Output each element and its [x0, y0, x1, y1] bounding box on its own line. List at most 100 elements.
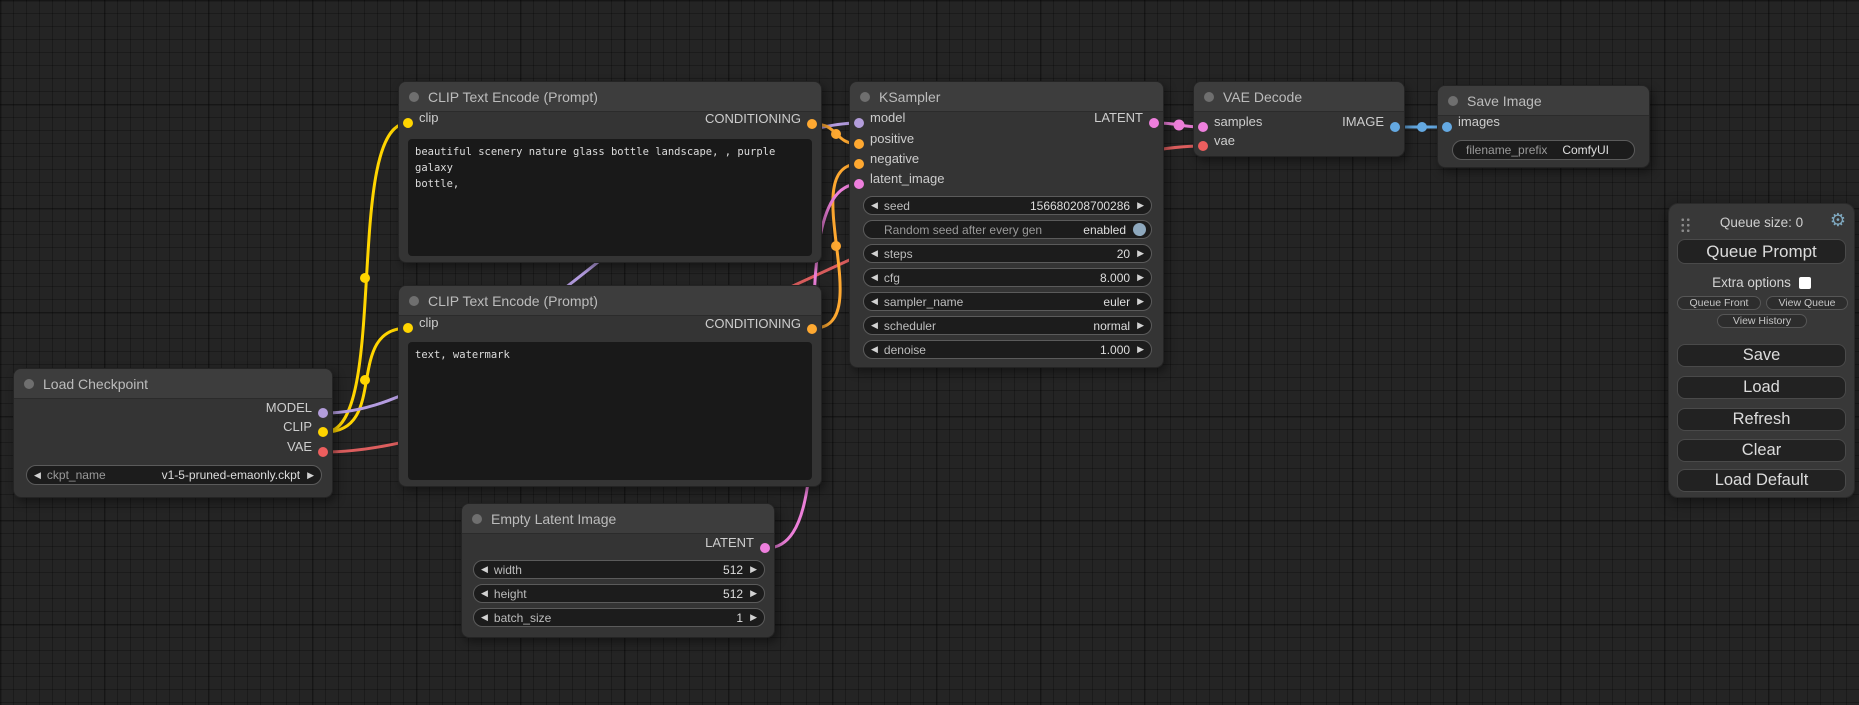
widget-random-seed-toggle[interactable]: Random seed after every gen enabled	[863, 220, 1152, 239]
node-collapse-dot[interactable]	[1448, 96, 1458, 106]
widget-ckpt-name[interactable]: ◀ ckpt_name v1-5-pruned-emaonly.ckpt ▶	[26, 465, 322, 485]
node-header[interactable]: Load Checkpoint	[14, 369, 332, 399]
increment-arrow-icon[interactable]: ▶	[1137, 273, 1144, 282]
widget-value: 20	[1117, 247, 1130, 261]
clear-button[interactable]: Clear	[1677, 439, 1846, 462]
input-port-negative[interactable]	[854, 159, 864, 169]
widget-value: ComfyUI	[1562, 143, 1609, 157]
increment-arrow-icon[interactable]: ▶	[307, 471, 314, 480]
input-port-clip[interactable]	[403, 323, 413, 333]
refresh-button[interactable]: Refresh	[1677, 408, 1846, 431]
output-port-latent[interactable]	[760, 543, 770, 553]
widget-label: ckpt_name	[47, 468, 106, 482]
increment-arrow-icon[interactable]: ▶	[750, 565, 757, 574]
widget-label: cfg	[884, 271, 900, 285]
increment-arrow-icon[interactable]: ▶	[1137, 345, 1144, 354]
port-label-positive: positive	[870, 130, 914, 148]
increment-arrow-icon[interactable]: ▶	[1137, 321, 1144, 330]
node-collapse-dot[interactable]	[860, 92, 870, 102]
node-header[interactable]: Save Image	[1438, 86, 1649, 116]
output-port-image[interactable]	[1390, 122, 1400, 132]
node-header[interactable]: Empty Latent Image	[462, 504, 774, 534]
view-queue-button[interactable]: View Queue	[1766, 296, 1848, 310]
widget-batch-size[interactable]: ◀ batch_size 1 ▶	[473, 608, 765, 627]
increment-arrow-icon[interactable]: ▶	[1137, 297, 1144, 306]
decrement-arrow-icon[interactable]: ◀	[34, 471, 41, 480]
prompt-textarea[interactable]: text, watermark	[408, 342, 812, 480]
widget-label: denoise	[884, 343, 926, 357]
node-ksampler[interactable]: KSampler model positive negative latent_…	[849, 81, 1164, 368]
node-header[interactable]: CLIP Text Encode (Prompt)	[399, 82, 821, 112]
widget-sampler-name[interactable]: ◀ sampler_name euler ▶	[863, 292, 1152, 311]
input-port-images[interactable]	[1442, 122, 1452, 132]
link-midpoint-dot	[360, 273, 370, 283]
decrement-arrow-icon[interactable]: ◀	[481, 565, 488, 574]
widget-steps[interactable]: ◀ steps 20 ▶	[863, 244, 1152, 263]
widget-filename-prefix[interactable]: filename_prefix ComfyUI	[1452, 140, 1635, 160]
node-load-checkpoint[interactable]: Load Checkpoint MODEL CLIP VAE ◀ ckpt_na…	[13, 368, 333, 498]
port-label-vae: VAE	[287, 438, 312, 456]
link-midpoint-dot	[831, 241, 841, 251]
widget-width[interactable]: ◀ width 512 ▶	[473, 560, 765, 579]
increment-arrow-icon[interactable]: ▶	[1137, 249, 1144, 258]
output-port-model[interactable]	[318, 408, 328, 418]
output-port-latent[interactable]	[1149, 118, 1159, 128]
node-vae-decode[interactable]: VAE Decode samples vae IMAGE	[1193, 81, 1405, 157]
node-header[interactable]: CLIP Text Encode (Prompt)	[399, 286, 821, 316]
decrement-arrow-icon[interactable]: ◀	[871, 297, 878, 306]
node-title: KSampler	[879, 89, 940, 105]
node-empty-latent-image[interactable]: Empty Latent Image LATENT ◀ width 512 ▶ …	[461, 503, 775, 638]
node-clip-text-encode-negative[interactable]: CLIP Text Encode (Prompt) clip CONDITION…	[398, 285, 822, 487]
port-label-clip: clip	[419, 314, 439, 332]
node-clip-text-encode-positive[interactable]: CLIP Text Encode (Prompt) clip CONDITION…	[398, 81, 822, 263]
input-port-model[interactable]	[854, 118, 864, 128]
input-port-positive[interactable]	[854, 139, 864, 149]
decrement-arrow-icon[interactable]: ◀	[871, 249, 878, 258]
settings-gear-icon[interactable]: ⚙	[1830, 211, 1846, 229]
extra-options-checkbox[interactable]	[1799, 277, 1811, 289]
decrement-arrow-icon[interactable]: ◀	[481, 589, 488, 598]
port-label-vae: vae	[1214, 132, 1235, 150]
decrement-arrow-icon[interactable]: ◀	[481, 613, 488, 622]
decrement-arrow-icon[interactable]: ◀	[871, 345, 878, 354]
queue-size-label: Queue size: 0	[1669, 215, 1854, 230]
port-label-clip: CLIP	[283, 418, 312, 436]
decrement-arrow-icon[interactable]: ◀	[871, 201, 878, 210]
node-collapse-dot[interactable]	[409, 92, 419, 102]
increment-arrow-icon[interactable]: ▶	[750, 589, 757, 598]
widget-scheduler[interactable]: ◀ scheduler normal ▶	[863, 316, 1152, 335]
input-port-latent-image[interactable]	[854, 179, 864, 189]
decrement-arrow-icon[interactable]: ◀	[871, 273, 878, 282]
output-port-conditioning[interactable]	[807, 119, 817, 129]
decrement-arrow-icon[interactable]: ◀	[871, 321, 878, 330]
input-port-samples[interactable]	[1198, 122, 1208, 132]
load-default-button[interactable]: Load Default	[1677, 469, 1846, 492]
widget-seed[interactable]: ◀ seed 156680208700286 ▶	[863, 196, 1152, 215]
prompt-textarea[interactable]: beautiful scenery nature glass bottle la…	[408, 139, 812, 256]
toggle-enabled-icon[interactable]	[1133, 223, 1146, 236]
node-header[interactable]: VAE Decode	[1194, 82, 1404, 112]
widget-cfg[interactable]: ◀ cfg 8.000 ▶	[863, 268, 1152, 287]
widget-denoise[interactable]: ◀ denoise 1.000 ▶	[863, 340, 1152, 359]
queue-prompt-button[interactable]: Queue Prompt	[1677, 239, 1846, 264]
output-port-vae[interactable]	[318, 447, 328, 457]
save-button[interactable]: Save	[1677, 344, 1846, 367]
view-history-button[interactable]: View History	[1717, 314, 1807, 328]
increment-arrow-icon[interactable]: ▶	[750, 613, 757, 622]
output-port-conditioning[interactable]	[807, 324, 817, 334]
node-save-image[interactable]: Save Image images filename_prefix ComfyU…	[1437, 85, 1650, 168]
output-port-clip[interactable]	[318, 427, 328, 437]
node-collapse-dot[interactable]	[472, 514, 482, 524]
input-port-clip[interactable]	[403, 118, 413, 128]
node-collapse-dot[interactable]	[1204, 92, 1214, 102]
input-port-vae[interactable]	[1198, 141, 1208, 151]
queue-front-button[interactable]: Queue Front	[1677, 296, 1761, 310]
link-midpoint-dot	[1417, 122, 1427, 132]
node-collapse-dot[interactable]	[24, 379, 34, 389]
load-button[interactable]: Load	[1677, 376, 1846, 399]
increment-arrow-icon[interactable]: ▶	[1137, 201, 1144, 210]
node-header[interactable]: KSampler	[850, 82, 1163, 112]
node-collapse-dot[interactable]	[409, 296, 419, 306]
node-graph-canvas[interactable]: Load Checkpoint MODEL CLIP VAE ◀ ckpt_na…	[0, 0, 1859, 705]
widget-height[interactable]: ◀ height 512 ▶	[473, 584, 765, 603]
